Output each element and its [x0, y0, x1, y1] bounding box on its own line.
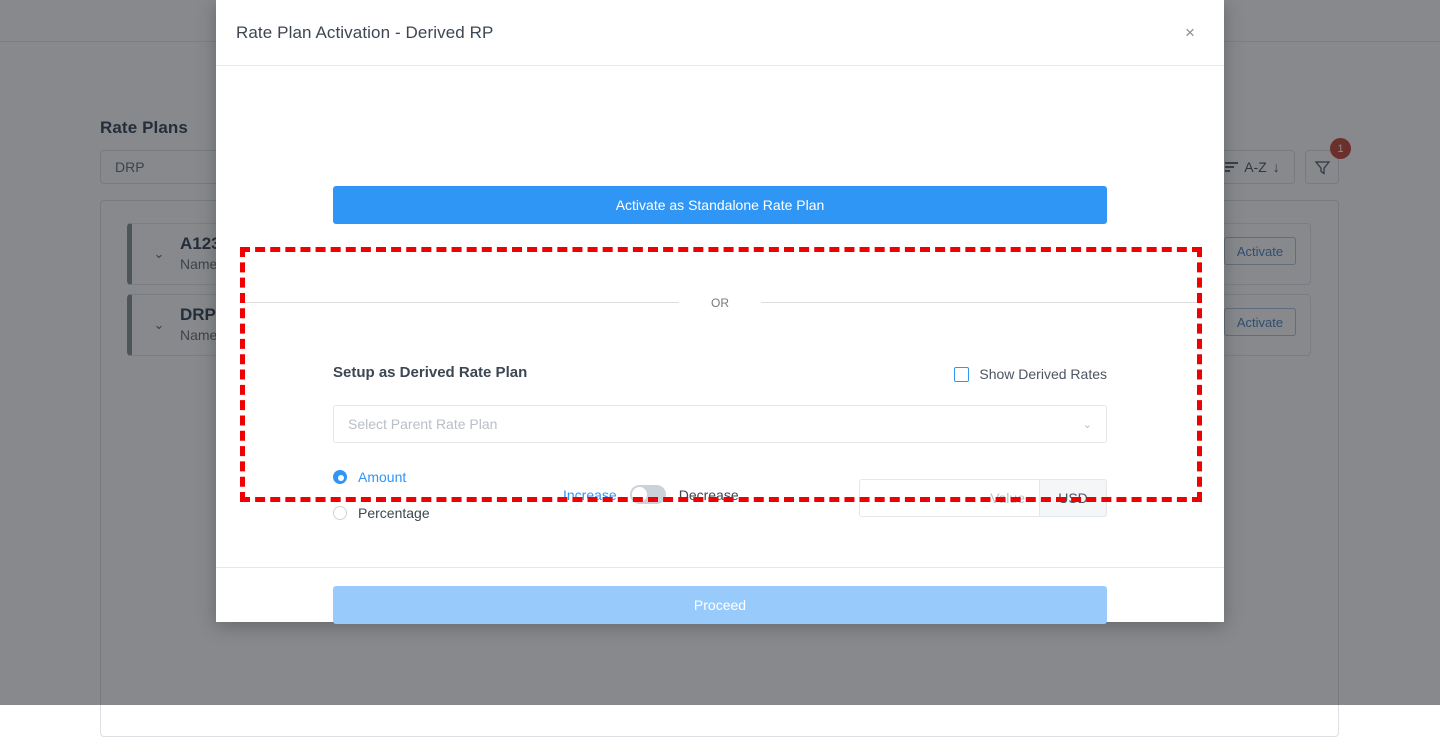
- divider-line-right: [761, 302, 1200, 303]
- derived-rate-plan-section: Setup as Derived Rate Plan Show Derived …: [333, 353, 1107, 543]
- toggle-knob: [632, 487, 647, 502]
- modal-title: Rate Plan Activation - Derived RP: [236, 23, 493, 43]
- modal-body: Activate as Standalone Rate Plan OR Setu…: [216, 66, 1224, 567]
- or-divider: OR: [216, 302, 1224, 303]
- increase-decrease-toggle-group: Increase Decrease: [563, 485, 739, 504]
- radio-label-percentage: Percentage: [358, 505, 430, 521]
- direction-toggle-switch[interactable]: [630, 485, 666, 504]
- radio-icon-selected[interactable]: [333, 470, 347, 484]
- radio-icon-unselected[interactable]: [333, 506, 347, 520]
- proceed-button[interactable]: Proceed: [333, 586, 1107, 624]
- radio-label-amount: Amount: [358, 469, 406, 485]
- derived-section-title: Setup as Derived Rate Plan: [333, 364, 527, 381]
- parent-rate-plan-placeholder: Select Parent Rate Plan: [348, 416, 497, 432]
- rate-plan-activation-modal: Rate Plan Activation - Derived RP × Acti…: [216, 0, 1224, 622]
- adjustment-type-radio-group: Amount Percentage: [333, 465, 430, 537]
- modal-header: Rate Plan Activation - Derived RP ×: [216, 0, 1224, 66]
- parent-rate-plan-select[interactable]: Select Parent Rate Plan ⌄: [333, 405, 1107, 443]
- close-icon[interactable]: ×: [1180, 23, 1200, 43]
- toggle-label-increase[interactable]: Increase: [563, 487, 617, 503]
- value-input[interactable]: Value: [859, 479, 1039, 517]
- value-input-placeholder: Value: [990, 490, 1025, 506]
- chevron-down-icon[interactable]: ⌄: [1083, 418, 1092, 431]
- currency-addon: USD: [1039, 479, 1107, 517]
- checkbox-icon[interactable]: [954, 367, 969, 382]
- show-derived-rates-label: Show Derived Rates: [979, 366, 1107, 382]
- divider-line-left: [240, 302, 679, 303]
- toggle-label-decrease[interactable]: Decrease: [679, 487, 739, 503]
- value-input-group: Value USD: [859, 479, 1107, 517]
- radio-option-amount[interactable]: Amount: [333, 465, 430, 489]
- radio-option-percentage[interactable]: Percentage: [333, 501, 430, 525]
- activate-standalone-button[interactable]: Activate as Standalone Rate Plan: [333, 186, 1107, 224]
- or-label: OR: [679, 296, 761, 310]
- show-derived-rates-checkbox[interactable]: Show Derived Rates: [954, 366, 1107, 382]
